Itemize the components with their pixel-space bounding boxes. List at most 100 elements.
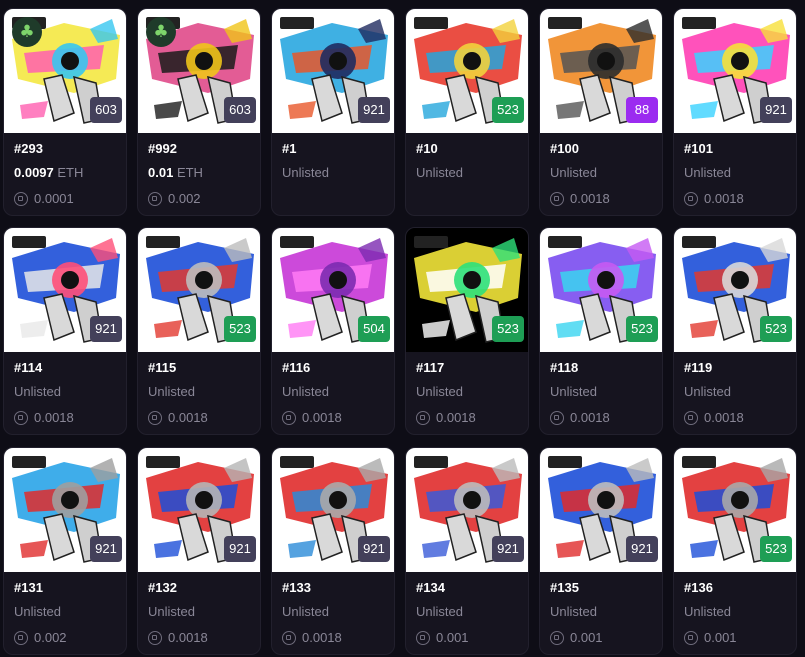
offer-icon [684,631,698,645]
rarity-badge: 921 [492,536,524,562]
offer-icon [550,192,564,206]
nft-card[interactable]: 523 #119 Unlisted 0.0018 [673,227,797,435]
nft-thumbnail[interactable]: 523 [674,448,796,572]
nft-card[interactable]: 523 #115 Unlisted 0.0018 [137,227,261,435]
collection-tag-icon [414,456,448,468]
rarity-badge: 921 [224,536,256,562]
nft-thumbnail[interactable]: 504 [272,228,394,352]
nft-token-id: #10 [416,141,438,156]
offer-value: 0.001 [436,630,469,645]
rarity-badge: 523 [760,536,792,562]
best-offer: 0.0018 [282,410,342,425]
rarity-badge: 603 [224,97,256,123]
collection-tag-icon [548,236,582,248]
offer-icon [282,631,296,645]
listing-status: Unlisted [684,165,731,180]
offer-value: 0.0018 [302,630,342,645]
collection-tag-icon [12,236,46,248]
offer-icon [14,192,28,206]
offer-icon [148,192,162,206]
offer-value: 0.001 [570,630,603,645]
collection-tag-icon [548,17,582,29]
offer-icon [684,411,698,425]
offer-value: 0.002 [34,630,67,645]
collection-tag-icon [414,17,448,29]
nft-token-id: #133 [282,580,311,595]
offer-icon [684,192,698,206]
offer-value: 0.001 [704,630,737,645]
best-offer: 0.0018 [684,410,744,425]
nft-token-id: #134 [416,580,445,595]
nft-thumbnail[interactable]: 88 [540,9,662,133]
listing-status: Unlisted [148,604,195,619]
nft-card[interactable]: ♣ 603 #992 0.01 ETH 0.002 [137,8,261,216]
nft-token-id: #135 [550,580,579,595]
best-offer: 0.001 [550,630,603,645]
nft-thumbnail[interactable]: 921 [272,9,394,133]
best-offer: 0.001 [684,630,737,645]
nft-card[interactable]: ♣ 603 #293 0.0097 ETH 0.0001 [3,8,127,216]
listing-status: Unlisted [416,165,463,180]
nft-thumbnail[interactable]: 523 [138,228,260,352]
nft-thumbnail[interactable]: 921 [4,228,126,352]
listing-price: 0.01 ETH [148,165,203,180]
offer-icon [14,411,28,425]
nft-card[interactable]: 921 #132 Unlisted 0.0018 [137,447,261,655]
nft-thumbnail[interactable]: 921 [406,448,528,572]
nft-card[interactable]: 523 #118 Unlisted 0.0018 [539,227,663,435]
nft-card[interactable]: 504 #116 Unlisted 0.0018 [271,227,395,435]
nft-thumbnail[interactable]: 523 [406,228,528,352]
offer-value: 0.0018 [570,410,610,425]
offer-icon [148,631,162,645]
collection-tag-icon [12,456,46,468]
nft-token-id: #118 [550,360,579,375]
rarity-badge: 921 [90,536,122,562]
nft-thumbnail[interactable]: ♣ 603 [138,9,260,133]
offer-value: 0.0018 [704,191,744,206]
offer-value: 0.0018 [168,410,208,425]
nft-card[interactable]: 921 #135 Unlisted 0.001 [539,447,663,655]
nft-card[interactable]: 88 #100 Unlisted 0.0018 [539,8,663,216]
nft-thumbnail[interactable]: 523 [674,228,796,352]
nft-card[interactable]: 921 #133 Unlisted 0.0018 [271,447,395,655]
nft-thumbnail[interactable]: 921 [272,448,394,572]
nft-thumbnail[interactable]: 921 [4,448,126,572]
nft-card[interactable]: 921 #114 Unlisted 0.0018 [3,227,127,435]
best-offer: 0.0018 [148,630,208,645]
rarity-badge: 921 [626,536,658,562]
listing-status: Unlisted [148,384,195,399]
nft-card[interactable]: 921 #101 Unlisted 0.0018 [673,8,797,216]
nft-card[interactable]: 523 #117 Unlisted 0.0018 [405,227,529,435]
collection-tag-icon [414,236,448,248]
collection-tag-icon [280,17,314,29]
best-offer: 0.002 [14,630,67,645]
nft-thumbnail[interactable]: ♣ 603 [4,9,126,133]
collection-tag-icon [146,456,180,468]
collection-tag-icon [548,456,582,468]
nft-card[interactable]: 921 #131 Unlisted 0.002 [3,447,127,655]
nft-card[interactable]: 523 #136 Unlisted 0.001 [673,447,797,655]
nft-token-id: #1 [282,141,297,156]
listing-status: Unlisted [684,384,731,399]
listing-status: Unlisted [282,604,329,619]
nft-card[interactable]: 523 #10 Unlisted [405,8,529,216]
nft-thumbnail[interactable]: 921 [674,9,796,133]
offer-icon [282,411,296,425]
listing-status: Unlisted [14,604,61,619]
listing-price: 0.0097 ETH [14,165,84,180]
nft-thumbnail[interactable]: 921 [138,448,260,572]
rarity-badge: 88 [626,97,658,123]
rarity-badge: 523 [760,316,792,342]
nft-thumbnail[interactable]: 523 [540,228,662,352]
offer-value: 0.0001 [34,191,74,206]
nft-thumbnail[interactable]: 523 [406,9,528,133]
offer-icon [416,631,430,645]
nft-card[interactable]: 921 #134 Unlisted 0.001 [405,447,529,655]
collection-tag-icon [682,17,716,29]
collection-tag-icon [682,456,716,468]
nft-token-id: #114 [14,360,43,375]
nft-token-id: #293 [14,141,43,156]
nft-thumbnail[interactable]: 921 [540,448,662,572]
nft-card[interactable]: 921 #1 Unlisted [271,8,395,216]
listing-status: Unlisted [416,384,463,399]
